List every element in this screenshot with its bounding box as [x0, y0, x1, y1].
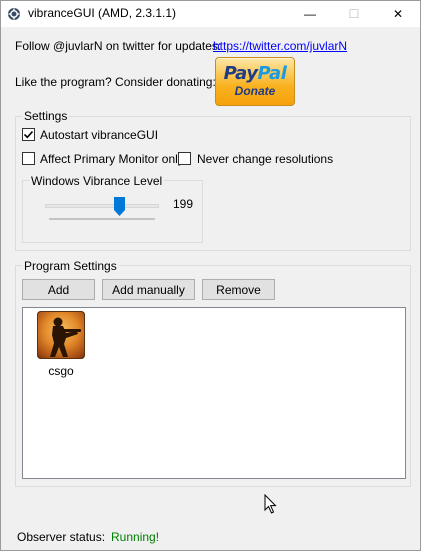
- maximize-button[interactable]: ☐: [332, 1, 376, 27]
- window-title: vibranceGUI (AMD, 2.3.1.1): [28, 6, 177, 20]
- vibrance-slider-thumb[interactable]: [114, 197, 125, 216]
- add-button[interactable]: Add: [22, 279, 95, 300]
- checkmark-icon: [23, 130, 34, 139]
- observer-status-value: Running!: [111, 530, 160, 544]
- settings-legend: Settings: [22, 109, 70, 123]
- main-window: vibranceGUI (AMD, 2.3.1.1) — ☐ ✕ Follow …: [0, 0, 421, 551]
- affect-primary-checkbox[interactable]: [22, 152, 35, 165]
- never-change-resolutions-checkbox[interactable]: [178, 152, 191, 165]
- never-change-resolutions-label: Never change resolutions: [197, 152, 334, 166]
- program-list[interactable]: csgo: [22, 307, 406, 479]
- close-icon: ✕: [392, 7, 404, 21]
- vibrance-slider-ticks: [49, 218, 155, 220]
- paypal-logo: PayPal: [223, 63, 287, 84]
- vibrance-group: [22, 180, 203, 243]
- paypal-donate-label: Donate: [234, 84, 276, 98]
- donate-label: Like the program? Consider donating:: [15, 75, 216, 89]
- add-manually-button-label: Add manually: [112, 282, 185, 297]
- maximize-icon: ☐: [348, 7, 360, 21]
- vibrance-slider-track[interactable]: [45, 204, 159, 208]
- minimize-button[interactable]: —: [288, 1, 332, 27]
- gear-icon: [8, 8, 20, 20]
- csgo-icon: [37, 311, 85, 359]
- add-button-label: Add: [47, 282, 70, 297]
- follow-label: Follow @juvlarN on twitter for updates:: [15, 39, 222, 53]
- vibrance-value: 199: [173, 197, 194, 211]
- autostart-checkbox[interactable]: [22, 128, 35, 141]
- autostart-label: Autostart vibranceGUI: [40, 128, 159, 142]
- observer-status-label: Observer status:: [17, 530, 106, 544]
- program-settings-legend: Program Settings: [22, 259, 119, 273]
- list-item-label: csgo: [48, 364, 74, 378]
- soldier-silhouette-icon: [50, 317, 81, 357]
- list-item[interactable]: csgo: [33, 310, 89, 380]
- twitter-link[interactable]: https://twitter.com/juvlarN: [213, 39, 347, 53]
- remove-button-label: Remove: [216, 282, 261, 297]
- minimize-icon: —: [304, 7, 316, 21]
- vibrance-legend: Windows Vibrance Level: [29, 174, 165, 188]
- close-button[interactable]: ✕: [376, 1, 420, 27]
- affect-primary-label: Affect Primary Monitor only: [40, 152, 184, 166]
- add-manually-button[interactable]: Add manually: [102, 279, 195, 300]
- paypal-donate-button[interactable]: PayPal Donate: [215, 57, 295, 106]
- remove-button[interactable]: Remove: [202, 279, 275, 300]
- mouse-cursor-icon: [264, 494, 277, 514]
- title-bar[interactable]: vibranceGUI (AMD, 2.3.1.1) — ☐ ✕: [1, 1, 420, 27]
